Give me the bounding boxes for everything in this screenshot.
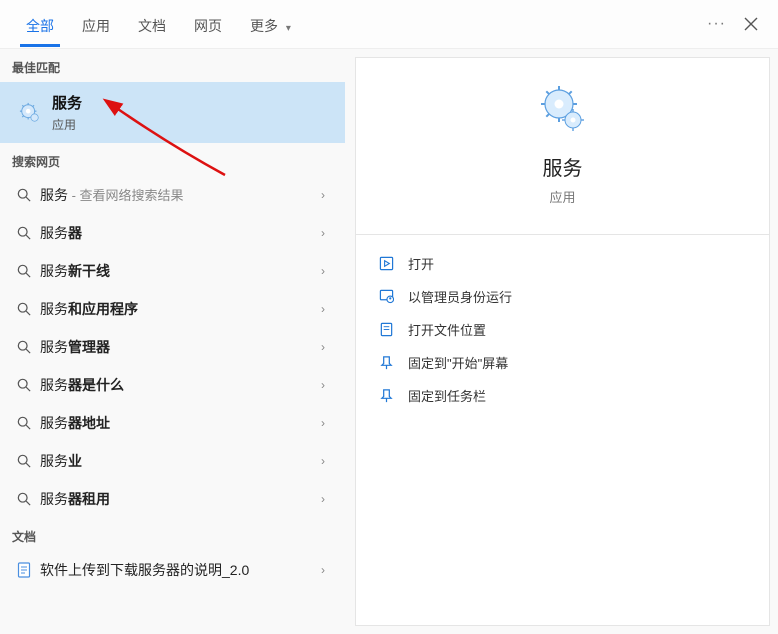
detail-panel-wrap: 服务 应用 打开 以管理员身份运行 <box>345 49 778 634</box>
web-result-item[interactable]: 服务器地址› <box>0 404 345 442</box>
chevron-right-icon: › <box>315 302 331 316</box>
detail-panel: 服务 应用 打开 以管理员身份运行 <box>355 57 770 626</box>
web-result-item[interactable]: 服务新干线› <box>0 252 345 290</box>
web-result-label: 服务器是什么 <box>40 375 315 395</box>
action-pin-start[interactable]: 固定到"开始"屏幕 <box>356 346 769 379</box>
web-result-item[interactable]: 服务管理器› <box>0 328 345 366</box>
web-result-item[interactable]: 服务和应用程序› <box>0 290 345 328</box>
close-button[interactable] <box>744 17 758 31</box>
action-run-admin[interactable]: 以管理员身份运行 <box>356 280 769 313</box>
search-scope-tabs: 全部 应用 文档 网页 更多 ▾ <box>12 3 707 46</box>
chevron-right-icon: › <box>315 416 331 430</box>
detail-title: 服务 <box>543 152 583 181</box>
detail-subtitle: 应用 <box>549 187 575 206</box>
best-match-item[interactable]: 服务 应用 <box>0 82 345 143</box>
chevron-down-icon: ▾ <box>286 23 291 34</box>
chevron-right-icon: › <box>315 188 331 202</box>
web-result-item[interactable]: 服务器是什么› <box>0 366 345 404</box>
results-panel: 最佳匹配 服务 应用 搜索网页 服务 - 查看网络搜索结果›服务器›服务新干线›… <box>0 49 345 634</box>
open-icon <box>374 256 398 271</box>
web-result-label: 服务业 <box>40 451 315 471</box>
search-icon <box>14 188 34 202</box>
pin-start-icon <box>374 355 398 370</box>
chevron-right-icon: › <box>315 226 331 240</box>
tab-more[interactable]: 更多 ▾ <box>236 3 305 46</box>
tab-more-label: 更多 <box>250 18 278 34</box>
chevron-right-icon: › <box>315 340 331 354</box>
pin-taskbar-icon <box>374 388 398 403</box>
folder-icon <box>374 322 398 337</box>
search-icon <box>14 340 34 354</box>
admin-icon <box>374 289 398 304</box>
document-item[interactable]: 软件上传到下载服务器的说明_2.0› <box>0 551 345 589</box>
more-options-button[interactable]: ··· <box>707 15 726 33</box>
action-open-label: 打开 <box>408 254 434 273</box>
chevron-right-icon: › <box>315 378 331 392</box>
section-search-web: 搜索网页 <box>0 143 345 176</box>
header-actions: ··· <box>707 15 766 33</box>
tab-web[interactable]: 网页 <box>180 3 236 46</box>
chevron-right-icon: › <box>315 264 331 278</box>
search-icon <box>14 454 34 468</box>
header-bar: 全部 应用 文档 网页 更多 ▾ ··· <box>0 0 778 49</box>
action-open-location[interactable]: 打开文件位置 <box>356 313 769 346</box>
action-pin-start-label: 固定到"开始"屏幕 <box>408 353 508 372</box>
search-icon <box>14 226 34 240</box>
web-result-item[interactable]: 服务器租用› <box>0 480 345 518</box>
tab-documents[interactable]: 文档 <box>124 3 180 46</box>
search-icon <box>14 378 34 392</box>
tab-apps[interactable]: 应用 <box>68 3 124 46</box>
action-open[interactable]: 打开 <box>356 247 769 280</box>
action-admin-label: 以管理员身份运行 <box>408 287 512 306</box>
search-icon <box>14 492 34 506</box>
detail-header: 服务 应用 <box>356 58 769 224</box>
services-icon <box>16 102 44 124</box>
web-result-label: 服务器 <box>40 223 315 243</box>
web-result-item[interactable]: 服务 - 查看网络搜索结果› <box>0 176 345 214</box>
search-icon <box>14 416 34 430</box>
action-location-label: 打开文件位置 <box>408 320 486 339</box>
divider <box>356 234 769 235</box>
web-result-label: 服务和应用程序 <box>40 299 315 319</box>
services-large-icon <box>539 86 587 134</box>
chevron-right-icon: › <box>315 563 331 577</box>
best-match-title: 服务 <box>52 92 82 113</box>
document-label: 软件上传到下载服务器的说明_2.0 <box>40 560 315 580</box>
web-result-label: 服务 - 查看网络搜索结果 <box>40 185 315 205</box>
web-result-label: 服务新干线 <box>40 261 315 281</box>
web-result-label: 服务器地址 <box>40 413 315 433</box>
close-icon <box>744 17 758 31</box>
chevron-right-icon: › <box>315 492 331 506</box>
action-pin-taskbar[interactable]: 固定到任务栏 <box>356 379 769 412</box>
action-list: 打开 以管理员身份运行 打开文件位置 <box>356 241 769 418</box>
chevron-right-icon: › <box>315 454 331 468</box>
action-pin-taskbar-label: 固定到任务栏 <box>408 386 486 405</box>
document-icon <box>14 562 34 578</box>
search-icon <box>14 264 34 278</box>
section-best-match: 最佳匹配 <box>0 49 345 82</box>
web-result-label: 服务管理器 <box>40 337 315 357</box>
web-result-item[interactable]: 服务器› <box>0 214 345 252</box>
tab-all[interactable]: 全部 <box>12 3 68 46</box>
web-result-label: 服务器租用 <box>40 489 315 509</box>
web-result-item[interactable]: 服务业› <box>0 442 345 480</box>
search-icon <box>14 302 34 316</box>
section-documents: 文档 <box>0 518 345 551</box>
best-match-subtitle: 应用 <box>52 116 82 133</box>
